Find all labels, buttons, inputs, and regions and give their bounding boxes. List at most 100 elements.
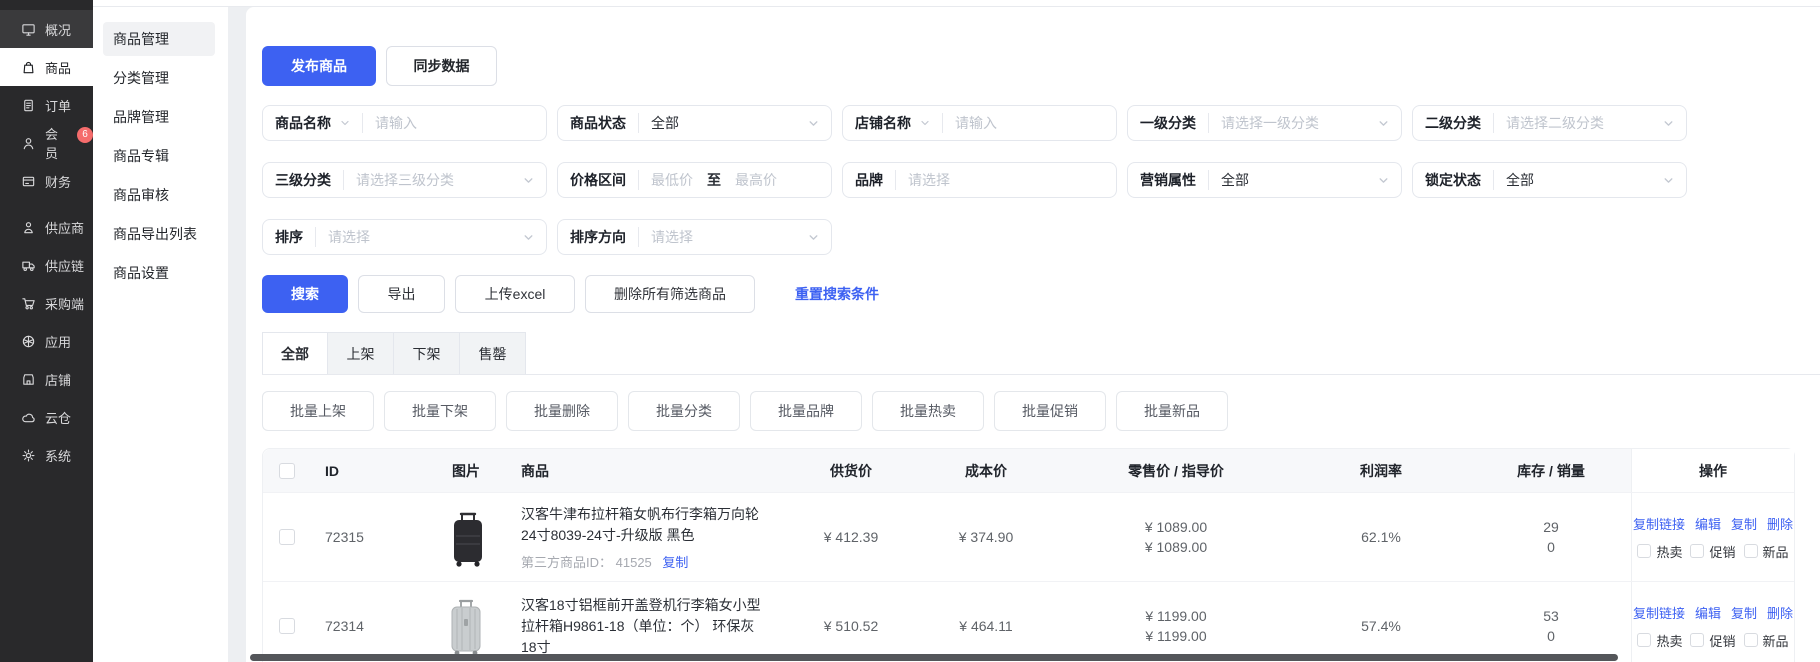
sidebar-item-shop[interactable]: 店铺 [0, 360, 93, 398]
sidebar-item-supplier[interactable]: 供应商 [0, 208, 93, 246]
product-name-input[interactable]: 请输入 [375, 113, 534, 133]
col-cost-price: 成本价 [911, 461, 1061, 481]
submenu-item-product-review[interactable]: 商品审核 [103, 178, 215, 212]
copy-link-action[interactable]: 复制链接 [1633, 603, 1685, 622]
delete-action[interactable]: 删除 [1767, 603, 1793, 622]
tab-off-shelf[interactable]: 下架 [394, 332, 460, 374]
max-price-input[interactable]: 最高价 [735, 170, 819, 190]
brand-filter[interactable]: 品牌 请选择 [842, 162, 1117, 198]
batch-hot-sale-button[interactable]: 批量热卖 [872, 391, 984, 431]
submenu-item-product-management[interactable]: 商品管理 [103, 22, 215, 56]
sidebar-item-apps[interactable]: 应用 [0, 322, 93, 360]
category3-filter[interactable]: 三级分类 请选择三级分类 [262, 162, 547, 198]
sales-value: 0 [1471, 626, 1631, 646]
row-checkbox[interactable] [279, 529, 295, 545]
search-button[interactable]: 搜索 [262, 275, 348, 313]
chevron-down-icon [808, 232, 819, 243]
chevron-down-icon [340, 118, 350, 128]
hot-sale-checkbox[interactable] [1637, 633, 1651, 647]
sidebar-item-goods[interactable]: 商品 [0, 48, 93, 86]
copy-link-action[interactable]: 复制链接 [1633, 514, 1685, 533]
batch-category-button[interactable]: 批量分类 [628, 391, 740, 431]
divider [638, 227, 639, 247]
batch-promotion-button[interactable]: 批量促销 [994, 391, 1106, 431]
horizontal-scrollbar-thumb[interactable] [250, 654, 1618, 661]
marketing-filter[interactable]: 营销属性 全部 [1127, 162, 1402, 198]
procurement-icon [21, 296, 36, 311]
submenu-item-product-settings[interactable]: 商品设置 [103, 256, 215, 290]
upload-excel-button[interactable]: 上传excel [455, 275, 575, 313]
batch-new-product-button[interactable]: 批量新品 [1116, 391, 1228, 431]
sidebar-item-cloud-warehouse[interactable]: 云仓 [0, 398, 93, 436]
batch-off-shelf-button[interactable]: 批量下架 [384, 391, 496, 431]
batch-brand-button[interactable]: 批量品牌 [750, 391, 862, 431]
product-title[interactable]: 汉客牛津布拉杆箱女帆布行李箱万向轮24寸8039-24寸-升级版 黑色 [521, 504, 761, 546]
apps-icon [21, 334, 36, 349]
submenu-item-brand-management[interactable]: 品牌管理 [103, 100, 215, 134]
price-range-filter[interactable]: 价格区间 最低价 至 最高价 [557, 162, 832, 198]
sidebar-item-label: 商品 [45, 58, 71, 77]
table-row: 72315 汉客牛津布拉杆箱女帆布行李箱万向轮24寸8039-24寸-升级版 黑… [263, 492, 1794, 581]
delete-filtered-button[interactable]: 删除所有筛选商品 [585, 275, 755, 313]
col-supply-price: 供货价 [791, 461, 911, 481]
filter-row-2: 三级分类 请选择三级分类 价格区间 最低价 至 最高价 品牌 请选择 营销属性 … [262, 162, 1820, 198]
export-button[interactable]: 导出 [358, 275, 445, 313]
lock-status-filter[interactable]: 锁定状态 全部 [1412, 162, 1687, 198]
category1-filter[interactable]: 一级分类 请选择一级分类 [1127, 105, 1402, 141]
sidebar-item-orders[interactable]: 订单 [0, 86, 93, 124]
supplier-icon [21, 220, 36, 235]
divider [1493, 170, 1494, 190]
shop-name-input[interactable]: 请输入 [955, 113, 1104, 133]
select-all-checkbox[interactable] [279, 463, 295, 479]
submenu-item-product-export-list[interactable]: 商品导出列表 [103, 217, 215, 251]
filter-label: 营销属性 [1140, 170, 1196, 190]
filter-label: 价格区间 [570, 170, 626, 190]
publish-product-button[interactable]: 发布商品 [262, 46, 376, 86]
promotion-checkbox[interactable] [1690, 544, 1704, 558]
sidebar-item-procurement[interactable]: 采购端 [0, 284, 93, 322]
product-title[interactable]: 汉客18寸铝框前开盖登机行李箱女小型拉杆箱H9861-18（单位：个） 环保灰 … [521, 595, 761, 658]
duplicate-action[interactable]: 复制 [1731, 514, 1757, 533]
sidebar-item-finance[interactable]: 财务 [0, 162, 93, 200]
cost-price: ¥ 374.90 [911, 529, 1061, 545]
promotion-checkbox[interactable] [1690, 633, 1704, 647]
batch-delete-button[interactable]: 批量删除 [506, 391, 618, 431]
tab-sold-out[interactable]: 售罄 [460, 332, 526, 374]
submenu-item-label: 商品专辑 [113, 146, 169, 166]
sync-data-button[interactable]: 同步数据 [386, 46, 497, 86]
sidebar-item-supply-chain[interactable]: 供应链 [0, 246, 93, 284]
system-icon [21, 448, 36, 463]
sidebar-item-system[interactable]: 系统 [0, 436, 93, 474]
hot-sale-label: 热卖 [1656, 542, 1682, 561]
divider [1208, 170, 1209, 190]
reset-search-link[interactable]: 重置搜索条件 [795, 284, 879, 304]
product-name-filter[interactable]: 商品名称 请输入 [262, 105, 547, 141]
new-product-checkbox[interactable] [1744, 633, 1758, 647]
filter-label: 商品状态 [570, 113, 626, 133]
row-checkbox[interactable] [279, 618, 295, 634]
edit-action[interactable]: 编辑 [1695, 514, 1721, 533]
submenu-item-product-albums[interactable]: 商品专辑 [103, 139, 215, 173]
product-status-filter[interactable]: 商品状态 全部 [557, 105, 832, 141]
copy-id-link[interactable]: 复制 [662, 555, 688, 570]
new-product-checkbox[interactable] [1744, 544, 1758, 558]
min-price-input[interactable]: 最低价 [651, 170, 693, 190]
sidebar-item-members[interactable]: 会员 6 [0, 124, 93, 162]
category2-filter[interactable]: 二级分类 请选择二级分类 [1412, 105, 1687, 141]
sidebar-item-overview[interactable]: 概况 [0, 10, 93, 48]
shop-name-filter[interactable]: 店铺名称 请输入 [842, 105, 1117, 141]
delete-action[interactable]: 删除 [1767, 514, 1793, 533]
submenu-item-category-management[interactable]: 分类管理 [103, 61, 215, 95]
hot-sale-checkbox[interactable] [1637, 544, 1651, 558]
sort-direction-filter[interactable]: 排序方向 请选择 [557, 219, 832, 255]
tab-all[interactable]: 全部 [262, 332, 328, 374]
batch-on-shelf-button[interactable]: 批量上架 [262, 391, 374, 431]
edit-action[interactable]: 编辑 [1695, 603, 1721, 622]
sort-filter[interactable]: 排序 请选择 [262, 219, 547, 255]
submenu-item-label: 商品审核 [113, 185, 169, 205]
tab-on-shelf[interactable]: 上架 [328, 332, 394, 374]
stock-value: 53 [1471, 606, 1631, 626]
duplicate-action[interactable]: 复制 [1731, 603, 1757, 622]
sort-value: 请选择 [328, 227, 523, 247]
submenu-item-label: 商品设置 [113, 263, 169, 283]
